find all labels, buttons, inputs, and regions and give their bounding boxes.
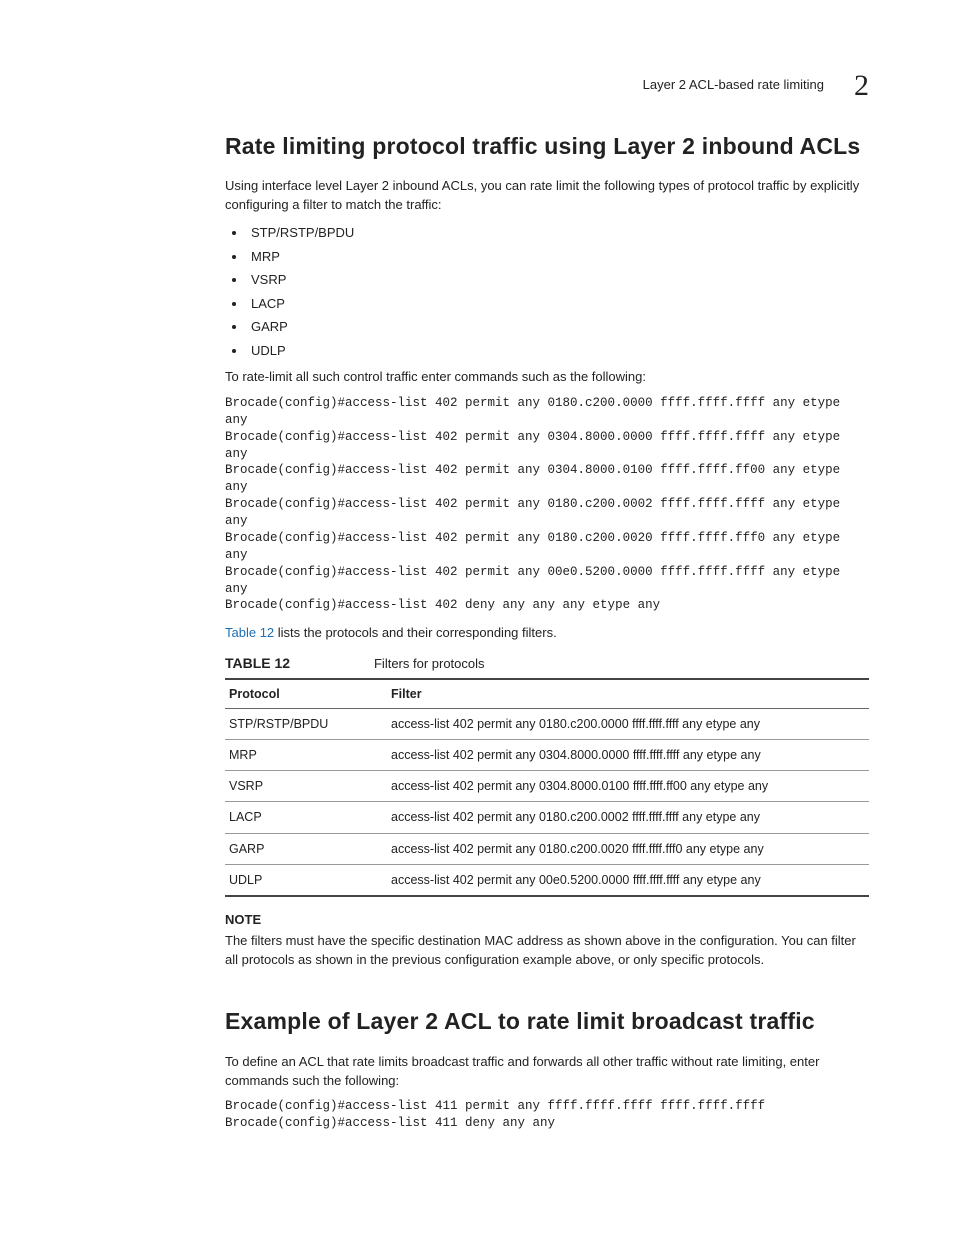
cell-protocol: STP/RSTP/BPDU xyxy=(225,709,387,740)
table-row: STP/RSTP/BPDU access-list 402 permit any… xyxy=(225,709,869,740)
cell-filter: access-list 402 permit any 00e0.5200.000… xyxy=(387,864,869,896)
cell-protocol: MRP xyxy=(225,740,387,771)
cell-filter: access-list 402 permit any 0180.c200.000… xyxy=(387,709,869,740)
broadcast-intro: To define an ACL that rate limits broadc… xyxy=(225,1053,869,1091)
filters-table: Protocol Filter STP/RSTP/BPDU access-lis… xyxy=(225,678,869,897)
chapter-number: 2 xyxy=(854,64,869,108)
list-item: VSRP xyxy=(247,270,869,290)
table-header-filter: Filter xyxy=(387,679,869,709)
table-reference-rest: lists the protocols and their correspond… xyxy=(274,625,557,640)
command-intro: To rate-limit all such control traffic e… xyxy=(225,368,869,387)
table-row: MRP access-list 402 permit any 0304.8000… xyxy=(225,740,869,771)
list-item: STP/RSTP/BPDU xyxy=(247,223,869,243)
table-row: LACP access-list 402 permit any 0180.c20… xyxy=(225,802,869,833)
document-page: Layer 2 ACL-based rate limiting 2 Rate l… xyxy=(0,0,954,1235)
cell-protocol: UDLP xyxy=(225,864,387,896)
command-block: Brocade(config)#access-list 402 permit a… xyxy=(225,395,869,614)
table-label: TABLE 12 xyxy=(225,655,290,671)
table-reference-paragraph: Table 12 lists the protocols and their c… xyxy=(225,624,869,643)
table-row: VSRP access-list 402 permit any 0304.800… xyxy=(225,771,869,802)
table-row: GARP access-list 402 permit any 0180.c20… xyxy=(225,833,869,864)
list-item: LACP xyxy=(247,294,869,314)
section-heading-rate-limiting: Rate limiting protocol traffic using Lay… xyxy=(225,130,869,163)
note-body: The filters must have the specific desti… xyxy=(225,932,869,970)
table-caption-text: Filters for protocols xyxy=(374,656,485,671)
running-title: Layer 2 ACL-based rate limiting xyxy=(643,76,824,95)
list-item: MRP xyxy=(247,247,869,267)
table-caption: TABLE 12 Filters for protocols xyxy=(225,653,869,674)
running-header: Layer 2 ACL-based rate limiting 2 xyxy=(643,64,869,108)
list-item: UDLP xyxy=(247,341,869,361)
cell-protocol: GARP xyxy=(225,833,387,864)
table-header-protocol: Protocol xyxy=(225,679,387,709)
intro-paragraph: Using interface level Layer 2 inbound AC… xyxy=(225,177,869,215)
table-row: UDLP access-list 402 permit any 00e0.520… xyxy=(225,864,869,896)
cell-filter: access-list 402 permit any 0180.c200.002… xyxy=(387,833,869,864)
broadcast-command-block: Brocade(config)#access-list 411 permit a… xyxy=(225,1098,869,1132)
protocol-list: STP/RSTP/BPDU MRP VSRP LACP GARP UDLP xyxy=(225,223,869,360)
table-reference-link[interactable]: Table 12 xyxy=(225,625,274,640)
cell-protocol: LACP xyxy=(225,802,387,833)
list-item: GARP xyxy=(247,317,869,337)
cell-protocol: VSRP xyxy=(225,771,387,802)
section-heading-broadcast: Example of Layer 2 ACL to rate limit bro… xyxy=(225,1005,869,1038)
cell-filter: access-list 402 permit any 0180.c200.000… xyxy=(387,802,869,833)
cell-filter: access-list 402 permit any 0304.8000.000… xyxy=(387,740,869,771)
cell-filter: access-list 402 permit any 0304.8000.010… xyxy=(387,771,869,802)
note-label: NOTE xyxy=(225,911,869,930)
